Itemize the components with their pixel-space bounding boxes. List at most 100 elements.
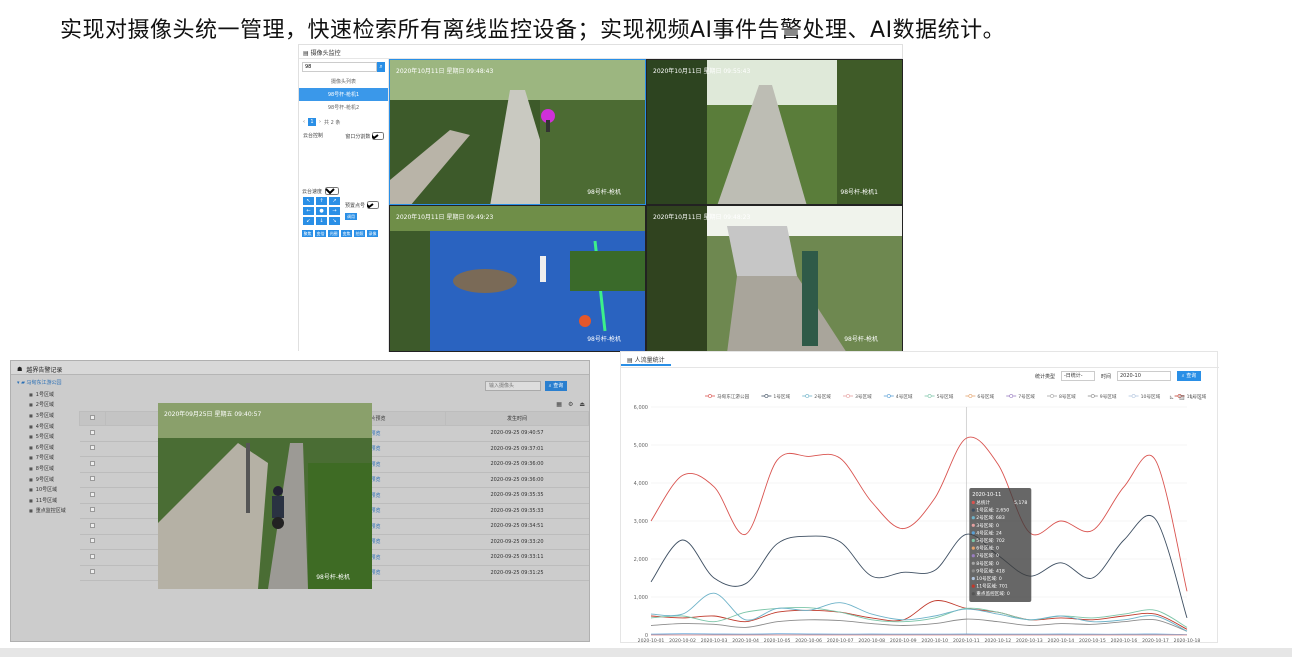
legend-marker — [1009, 394, 1014, 398]
ptz-up-button[interactable]: ↑ — [316, 197, 327, 205]
tooltip-name: 10号区域: 0 — [976, 575, 1002, 582]
ptz-up-right-button[interactable]: ↗ — [329, 197, 340, 205]
chevron-left-icon[interactable]: ‹ — [303, 119, 305, 125]
video-feed[interactable]: 2020年10月11日 星期日 09:48:23 98号杆-枪机 — [646, 205, 903, 352]
tooltip-name: 8号区域: 0 — [976, 560, 999, 567]
x-tick-label: 2020-10-15 — [1079, 638, 1106, 644]
bar-chart-icon[interactable]: ▥ — [1179, 394, 1185, 401]
series-line — [650, 436, 1188, 592]
area-tree: ▾ ▰ 马甸东江游公园 1号区域 2号区域 3号区域 4号区域 5号区域 6号区… — [11, 375, 79, 643]
settings-icon[interactable]: ⚙ — [568, 401, 573, 408]
video-feed[interactable]: 2020年10月11日 星期日 09:49:23 98号杆-枪机 — [389, 205, 646, 352]
tree-item[interactable]: 重点监控区域 — [17, 506, 79, 517]
checkbox[interactable] — [90, 460, 95, 466]
checkbox[interactable] — [90, 507, 95, 513]
ptz-control-label: 云台控制 — [303, 133, 324, 139]
checkbox[interactable] — [90, 445, 95, 451]
x-tick-label: 2020-10-11 — [953, 638, 980, 644]
restore-icon[interactable]: ↻ — [1189, 394, 1194, 401]
tree-item[interactable]: 11号区域 — [17, 495, 79, 506]
zoom-button[interactable]: 变倍 — [315, 230, 326, 237]
checkbox[interactable] — [90, 476, 95, 482]
time-cell: 2020-09-25 09:36:00 — [445, 456, 589, 473]
select-all-header[interactable] — [79, 411, 106, 426]
camera-list-title: 摄像头列表 — [330, 79, 356, 85]
checkbox[interactable] — [90, 491, 95, 497]
tooltip-dot — [971, 538, 975, 543]
checkbox[interactable] — [90, 538, 95, 544]
time-cell: 2020-09-25 09:40:57 — [445, 425, 589, 442]
checkbox[interactable] — [90, 415, 95, 420]
camera-list-item[interactable]: 98号杆-枪机1 — [299, 88, 388, 101]
export-icon[interactable]: ⏏ — [579, 401, 585, 408]
tooltip-name: 7号区域: 0 — [976, 552, 999, 559]
time-cell: 2020-09-25 09:34:51 — [445, 518, 589, 535]
camera-search-button[interactable]: ⌕ — [377, 62, 385, 72]
y-tick-label: 4,000 — [634, 481, 648, 487]
ptz-down-left-button[interactable]: ↙ — [303, 217, 314, 225]
tree-item[interactable]: 4号区域 — [17, 421, 79, 432]
alarm-search-input[interactable] — [485, 381, 541, 391]
chevron-right-icon[interactable]: › — [319, 119, 321, 125]
tree-item[interactable]: 5号区域 — [17, 431, 79, 442]
grid-icon[interactable]: ▦ — [556, 401, 562, 408]
focus-button[interactable]: 聚焦 — [302, 230, 313, 237]
page-headline: 实现对摄像头统一管理，快速检索所有离线监控设备；实现视频AI事件告警处理、AI数… — [60, 18, 1006, 43]
ptz-center-button[interactable]: ● — [316, 207, 327, 215]
legend-marker — [927, 394, 932, 398]
page-number[interactable]: 1 — [308, 118, 316, 126]
x-tick-label: 2020-10-03 — [701, 638, 728, 644]
alarm-snapshot — [158, 403, 372, 589]
tree-item[interactable]: 9号区域 — [17, 474, 79, 485]
preset-select[interactable] — [366, 201, 379, 209]
tree-item[interactable]: 10号区域 — [17, 484, 79, 495]
ptz-down-right-button[interactable]: ↘ — [329, 217, 340, 225]
ptz-up-left-button[interactable]: ↖ — [303, 197, 314, 205]
tree-root[interactable]: ▾ ▰ 马甸东江游公园 — [17, 379, 79, 386]
query-button[interactable]: ⌕ 查询 — [1177, 371, 1201, 381]
video-camera-label: 98号杆-枪机 — [844, 336, 878, 343]
legend-label: 10号区域 — [1141, 393, 1161, 400]
window-split-select[interactable]: 2x2 — [372, 132, 384, 140]
alarm-search: ⌕ 查询 — [485, 381, 567, 391]
tree-item[interactable]: 8号区域 — [17, 463, 79, 474]
tree-item[interactable]: 1号区域 — [17, 389, 79, 400]
camera-search-input[interactable] — [302, 62, 377, 72]
ptz-right-button[interactable]: → — [329, 207, 340, 215]
time-input[interactable]: 2020-10 — [1117, 371, 1171, 381]
ptz-left-button[interactable]: ← — [303, 207, 314, 215]
alarm-image-preview[interactable]: 2020年09月25日 星期五 09:40:57 98号杆-枪机 — [158, 403, 372, 589]
legend-marker — [968, 394, 973, 398]
preset-call-button[interactable]: 调用 — [345, 213, 357, 220]
snapshot-button[interactable]: 拍照 — [354, 230, 365, 237]
stat-type-select[interactable]: -日统计- — [1060, 371, 1095, 381]
column-header[interactable]: 发生时间 — [445, 411, 589, 426]
video-camera-label: 98号杆-枪机 — [587, 336, 621, 343]
y-tick-label: 5,000 — [634, 443, 648, 449]
checkbox[interactable] — [90, 429, 95, 435]
ptz-speed-select[interactable]: 4 — [325, 187, 340, 195]
tooltip-name: 1号区域: 2,650 — [976, 507, 1009, 514]
pagination: ‹ 1 › 共 2 条 — [299, 114, 388, 130]
tree-item[interactable]: 7号区域 — [17, 453, 79, 464]
tree-item[interactable]: 6号区域 — [17, 442, 79, 453]
varifocal-button[interactable]: 变焦 — [341, 230, 352, 237]
legend-label: 1号区域 — [773, 393, 790, 400]
monitor-icon: ▤ — [303, 50, 311, 57]
camera-list-item[interactable]: 98号杆-枪机2 — [299, 101, 388, 114]
tab-people-flow[interactable]: ▤ 人流量统计 — [621, 352, 671, 366]
tree-item[interactable]: 2号区域 — [17, 400, 79, 411]
line-chart-icon[interactable]: ⊾ — [1169, 394, 1174, 401]
video-feed[interactable]: 2020年10月11日 星期日 09:55:43 98号杆-枪机1 — [646, 59, 903, 205]
record-button[interactable]: 录像 — [367, 230, 378, 237]
tree-item[interactable]: 3号区域 — [17, 410, 79, 421]
checkbox[interactable] — [90, 522, 95, 528]
iris-button[interactable]: 光圈 — [328, 230, 339, 237]
download-icon[interactable]: ⤓ — [1199, 394, 1202, 401]
time-cell: 2020-09-25 09:33:11 — [445, 549, 589, 566]
ptz-down-button[interactable]: ↓ — [316, 217, 327, 225]
video-feed[interactable]: 2020年10月11日 星期日 09:48:43 98号杆-枪机 — [389, 59, 646, 205]
checkbox[interactable] — [90, 553, 95, 559]
alarm-search-button[interactable]: ⌕ 查询 — [545, 381, 567, 391]
checkbox[interactable] — [90, 569, 95, 575]
